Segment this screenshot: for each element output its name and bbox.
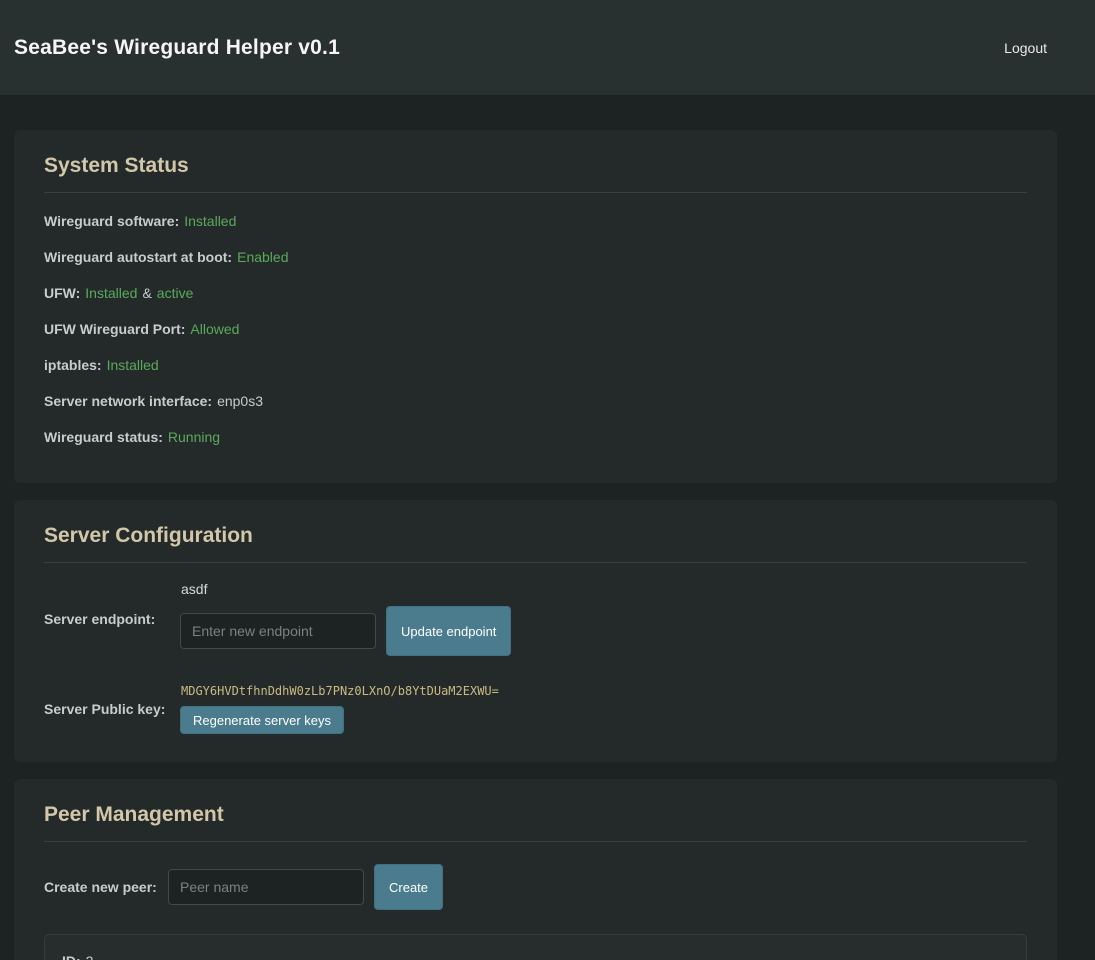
status-value: active [157, 285, 194, 301]
current-endpoint-value: asdf [181, 581, 511, 597]
page: SeaBee's Wireguard Helper v0.1 Logout Sy… [0, 0, 1095, 960]
peer-management-card: Peer Management Create new peer: Create … [14, 779, 1057, 960]
status-row-interface: Server network interface: enp0s3 [44, 383, 1027, 419]
create-peer-label: Create new peer: [44, 879, 168, 895]
server-endpoint-row: Server endpoint: asdf Update endpoint [44, 581, 1027, 656]
server-public-key-controls: MDGY6HVDtfhnDdhW0zLb7PNz0LXnO/b8YtDUaM2E… [180, 684, 499, 734]
create-peer-button[interactable]: Create [374, 864, 443, 910]
top-bar: SeaBee's Wireguard Helper v0.1 Logout [0, 0, 1095, 95]
app-title: SeaBee's Wireguard Helper v0.1 [14, 36, 340, 60]
server-endpoint-label: Server endpoint: [44, 611, 180, 627]
status-label: Wireguard software: [44, 213, 179, 229]
create-peer-controls: Create [168, 864, 443, 910]
status-value: Installed [85, 285, 137, 301]
status-row-iptables: iptables: Installed [44, 347, 1027, 383]
status-label: UFW: [44, 285, 80, 301]
status-value: enp0s3 [217, 393, 263, 409]
status-label: iptables: [44, 357, 102, 373]
create-peer-row: Create new peer: Create [44, 864, 1027, 910]
status-value: Running [168, 429, 220, 445]
server-public-key-label: Server Public key: [44, 701, 180, 717]
peer-id-label: ID: [62, 953, 81, 960]
peer-name-input[interactable] [168, 869, 364, 905]
server-endpoint-controls: asdf Update endpoint [180, 581, 511, 656]
status-row-autostart: Wireguard autostart at boot: Enabled [44, 239, 1027, 275]
regenerate-server-keys-button[interactable]: Regenerate server keys [180, 706, 344, 734]
status-row-ufw: UFW: Installed&active [44, 275, 1027, 311]
logout-button[interactable]: Logout [1004, 40, 1047, 56]
status-label: Wireguard autostart at boot: [44, 249, 232, 265]
peer-management-title: Peer Management [44, 803, 1027, 827]
server-configuration-card: Server Configuration Server endpoint: as… [14, 500, 1057, 762]
status-separator: & [142, 285, 151, 301]
status-label: Server network interface: [44, 393, 212, 409]
divider [44, 192, 1027, 193]
system-status-card: System Status Wireguard software: Install… [14, 130, 1057, 483]
server-public-key-value: MDGY6HVDtfhnDdhW0zLb7PNz0LXnO/b8YtDUaM2E… [181, 684, 499, 698]
endpoint-input[interactable] [180, 613, 376, 649]
update-endpoint-button[interactable]: Update endpoint [386, 606, 511, 656]
endpoint-control-line: Update endpoint [180, 606, 511, 656]
peer-id-line: ID: 2 [62, 948, 1009, 960]
divider [44, 841, 1027, 842]
status-row-wireguard-status: Wireguard status: Running [44, 419, 1027, 455]
divider [44, 562, 1027, 563]
peer-item: ID:2 Name:asdf Public Key:ckyOHj5Bk8707g… [44, 934, 1027, 960]
system-status-title: System Status [44, 154, 1027, 178]
status-label: Wireguard status: [44, 429, 163, 445]
server-public-key-row: Server Public key: MDGY6HVDtfhnDdhW0zLb7… [44, 684, 1027, 734]
status-value: Installed [107, 357, 159, 373]
status-value: Installed [184, 213, 236, 229]
status-row-ufw-port: UFW Wireguard Port: Allowed [44, 311, 1027, 347]
status-value: Allowed [190, 321, 239, 337]
peer-id-value: 2 [86, 953, 94, 960]
status-value: Enabled [237, 249, 288, 265]
status-label: UFW Wireguard Port: [44, 321, 185, 337]
status-row-wireguard-software: Wireguard software: Installed [44, 203, 1027, 239]
main-content: System Status Wireguard software: Install… [0, 95, 1095, 960]
server-configuration-title: Server Configuration [44, 524, 1027, 548]
